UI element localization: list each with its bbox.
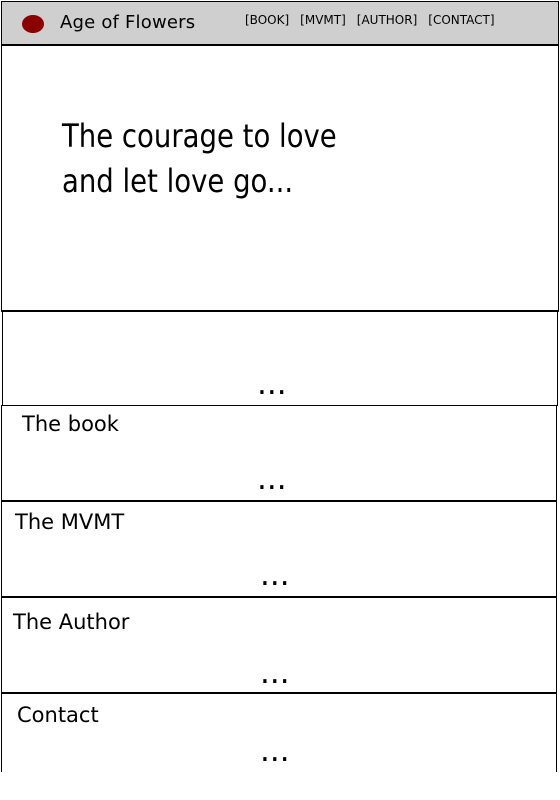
- nav-contact-link[interactable]: [CONTACT]: [428, 13, 494, 27]
- section-title: The book: [22, 412, 119, 436]
- section-author: The Author ...: [1, 597, 557, 693]
- nav-author-link[interactable]: [AUTHOR]: [357, 13, 418, 27]
- section-mvmt: The MVMT ...: [1, 501, 557, 597]
- section-more-ellipsis[interactable]: ...: [260, 560, 290, 591]
- section-more-ellipsis[interactable]: ...: [257, 464, 287, 495]
- nav-mvmt-link[interactable]: [MVMT]: [300, 13, 346, 27]
- section-more-ellipsis[interactable]: ...: [260, 736, 290, 767]
- section-book: The book ...: [1, 405, 557, 501]
- site-title[interactable]: Age of Flowers: [60, 12, 195, 33]
- section-more-ellipsis[interactable]: ...: [260, 658, 290, 689]
- section-title: The MVMT: [15, 510, 125, 534]
- section-title: The Author: [13, 610, 130, 634]
- main-nav: [BOOK] [MVMT] [AUTHOR] [CONTACT]: [245, 13, 495, 27]
- hero-line-2: and let love go...: [62, 162, 294, 200]
- hero-banner: The courage to love and let love go...: [1, 45, 559, 312]
- site-header: Age of Flowers [BOOK] [MVMT] [AUTHOR] [C…: [1, 1, 559, 46]
- hero-line-1: The courage to love: [62, 117, 337, 155]
- logo-icon[interactable]: [22, 15, 44, 33]
- nav-book-link[interactable]: [BOOK]: [245, 13, 289, 27]
- section-more-ellipsis[interactable]: ...: [257, 369, 287, 400]
- section-intro: ...: [2, 310, 558, 406]
- section-contact: Contact ...: [1, 693, 557, 772]
- hero-tagline: The courage to love and let love go...: [62, 114, 337, 204]
- section-title: Contact: [17, 703, 99, 727]
